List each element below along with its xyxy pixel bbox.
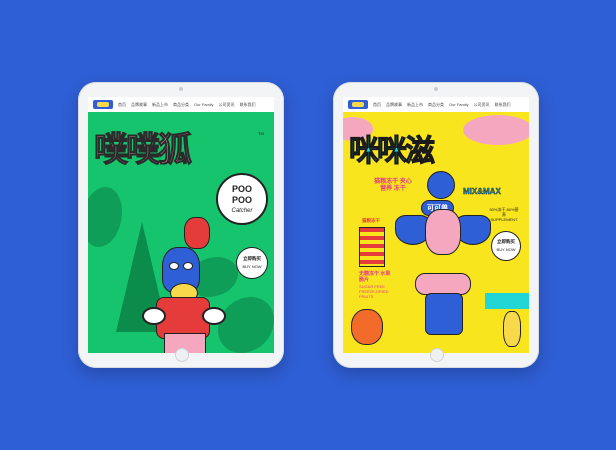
hero-title: 噗噗狐 [94,131,193,169]
nav-item[interactable]: 商品分类 [428,102,444,108]
hero-title: 咪咪滋 [349,135,436,168]
tablet-right: 首页 品牌故事 新品上市 商品分类 Our Family 公司资讯 联系我们 咪… [333,82,539,368]
nav-item[interactable]: Our Family [194,102,214,107]
brand-mark: MIX&MAX [463,187,501,196]
percent-note: 50%冻干 80%营养 SUPPLEMENT [489,207,519,223]
creature-illustration [427,171,455,199]
top-nav: 首页 品牌故事 新品上市 商品分类 Our Family 公司资讯 联系我们 [88,97,274,112]
nav-item[interactable]: 公司资讯 [474,102,490,108]
color-strip [485,293,529,309]
buy-label-en: BUY NOW [496,247,516,252]
brand-logo[interactable] [348,100,368,109]
tablet-left: 首页 品牌故事 新品上市 商品分类 Our Family 公司资讯 联系我们 噗… [78,82,284,368]
screen-left: 首页 品牌故事 新品上市 商品分类 Our Family 公司资讯 联系我们 噗… [88,97,274,353]
pink-blob [463,115,529,145]
buy-label-cn: 立即购买 [497,239,515,244]
ferret-illustration [425,209,461,255]
corn-illustration [503,311,521,347]
nav-item[interactable]: 公司资讯 [219,102,235,108]
camera-dot [179,87,183,91]
nav-item[interactable]: Our Family [449,102,469,107]
glasses-shape [202,307,226,325]
cat-illustration [425,293,463,335]
home-button[interactable] [175,348,189,362]
product-badge: POO POO Catcher [216,173,268,225]
nav-item[interactable]: 新品上市 [152,102,168,108]
buy-label-cn: 立即购买 [243,256,261,261]
nav-item[interactable]: 品牌故事 [131,102,147,108]
bone-illustration [415,273,471,295]
eye-shape [169,262,179,270]
brand-logo[interactable] [93,100,113,109]
badge-line: Catcher [231,208,253,214]
badge-line: POO [231,195,252,205]
side-label: 猫粮冻干 [362,218,380,223]
buy-label-en: BUY NOW [242,264,262,269]
nav-item[interactable]: 新品上市 [407,102,423,108]
buy-now-button[interactable]: 立即购买 BUY NOW [236,247,268,279]
camera-dot [434,87,438,91]
nav-item[interactable]: 首页 [118,102,126,108]
nav-item[interactable]: 联系我们 [495,102,511,108]
eye-shape [183,262,193,270]
description-cn: 无糖冻干 水果脆片 [359,271,391,284]
trademark-mark: TM [258,131,264,136]
nav-item[interactable]: 商品分类 [173,102,189,108]
nav-item[interactable]: 品牌故事 [386,102,402,108]
owl-illustration [184,217,210,249]
buy-now-button[interactable]: 立即购买 BUY NOW [491,231,521,261]
tagline: 猫粮冻干 夹心营养 冻干 [374,179,412,193]
screen-right: 首页 品牌故事 新品上市 商品分类 Our Family 公司资讯 联系我们 咪… [343,97,529,353]
product-description: 无糖冻干 水果脆片 SUGAR FREE FREEZE-DRIED FRUITS [359,271,393,299]
description-en: SUGAR FREE FREEZE-DRIED FRUITS [359,283,389,299]
badge-line: POO [231,184,252,194]
glasses-shape [142,307,166,325]
top-nav: 首页 品牌故事 新品上市 商品分类 Our Family 公司资讯 联系我们 [343,97,529,112]
nav-item[interactable]: 联系我们 [240,102,256,108]
nav-item[interactable]: 首页 [373,102,381,108]
stacked-illustration [359,227,385,267]
home-button[interactable] [430,348,444,362]
pepper-illustration [351,309,383,345]
